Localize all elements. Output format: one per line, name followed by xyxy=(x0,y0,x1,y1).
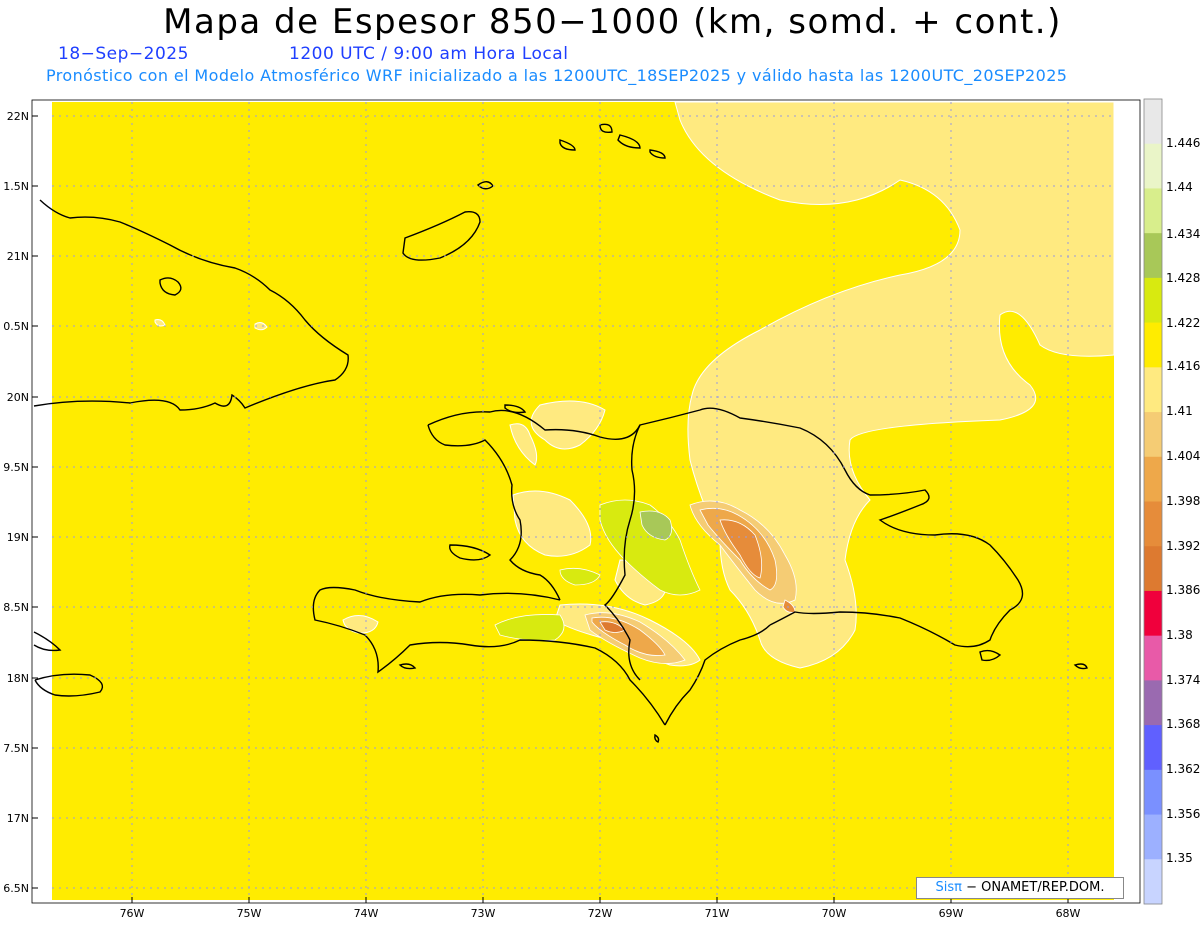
colorbar-label: 1.422 xyxy=(1166,316,1200,330)
colorbar-label: 1.416 xyxy=(1166,359,1200,373)
colorbar-label: 1.44 xyxy=(1166,180,1193,194)
colorbar-swatch xyxy=(1144,143,1162,189)
colorbar-label: 1.428 xyxy=(1166,271,1200,285)
colorbar-label: 1.374 xyxy=(1166,673,1200,687)
colorbar-label: 1.446 xyxy=(1166,136,1200,150)
colorbar-label: 1.386 xyxy=(1166,583,1200,597)
latitude-labels: 22N 1.5N 21N 0.5N 20N 9.5N 19N 8.5N 18N … xyxy=(3,110,29,895)
colorbar-label: 1.398 xyxy=(1166,494,1200,508)
lat-label: 21N xyxy=(7,250,29,263)
lon-label: 76W xyxy=(120,907,145,920)
colorbar-labels: 1.446 1.44 1.434 1.428 1.422 1.416 1.41 … xyxy=(1166,136,1200,865)
lat-label: 6.5N xyxy=(3,882,29,895)
lat-label: 19N xyxy=(7,531,29,544)
colorbar-swatch xyxy=(1144,277,1162,324)
lat-label: 17N xyxy=(7,812,29,825)
colorbar-swatch xyxy=(1144,859,1162,905)
credit-box: Sisπ − ONAMET/REP.DOM. xyxy=(916,877,1124,899)
colorbar-swatch xyxy=(1144,367,1162,413)
lat-label: 0.5N xyxy=(3,320,29,333)
colorbar-swatch xyxy=(1144,412,1162,458)
lon-label: 68W xyxy=(1056,907,1081,920)
colorbar-label: 1.434 xyxy=(1166,227,1200,241)
colorbar-swatch xyxy=(1144,233,1162,279)
lat-label: 8.5N xyxy=(3,601,29,614)
lon-label: 69W xyxy=(939,907,964,920)
colorbar-swatch xyxy=(1144,725,1162,771)
colorbar-swatch xyxy=(1144,322,1162,368)
colorbar-swatches xyxy=(1144,99,1162,905)
colorbar-swatch xyxy=(1144,456,1162,502)
lon-label: 75W xyxy=(237,907,262,920)
colorbar-swatch xyxy=(1144,501,1162,547)
colorbar-swatch xyxy=(1144,769,1162,816)
colorbar-label: 1.356 xyxy=(1166,807,1200,821)
colorbar-swatch xyxy=(1144,99,1162,145)
colorbar-swatch xyxy=(1144,635,1162,681)
longitude-labels: 76W 75W 74W 73W 72W 71W 70W 69W 68W xyxy=(120,907,1081,920)
credit-brand: Sis xyxy=(935,880,955,895)
thickness-field-base xyxy=(52,102,1114,900)
pi-icon: π xyxy=(954,880,962,895)
colorbar-legend: 1.446 1.44 1.434 1.428 1.422 1.416 1.41 … xyxy=(1143,98,1200,905)
lon-label: 70W xyxy=(822,907,847,920)
colorbar-label: 1.368 xyxy=(1166,717,1200,731)
colorbar-swatch xyxy=(1144,680,1162,726)
lon-label: 74W xyxy=(354,907,379,920)
colorbar-swatch xyxy=(1144,188,1162,234)
lat-label: 22N xyxy=(7,110,29,123)
lon-label: 71W xyxy=(705,907,730,920)
colorbar-label: 1.35 xyxy=(1166,851,1193,865)
lat-label: 18N xyxy=(7,672,29,685)
credit-text: − ONAMET/REP.DOM. xyxy=(961,880,1105,895)
lat-label: 7.5N xyxy=(3,742,29,755)
lat-label: 1.5N xyxy=(3,180,29,193)
colorbar-label: 1.362 xyxy=(1166,762,1200,776)
colorbar-label: 1.392 xyxy=(1166,539,1200,553)
colorbar-label: 1.41 xyxy=(1166,404,1193,418)
lon-label: 73W xyxy=(471,907,496,920)
colorbar-swatch xyxy=(1144,814,1162,860)
lat-label: 20N xyxy=(7,391,29,404)
colorbar-label: 1.38 xyxy=(1166,628,1193,642)
lat-label: 9.5N xyxy=(3,461,29,474)
lon-label: 72W xyxy=(588,907,613,920)
colorbar-label: 1.404 xyxy=(1166,449,1200,463)
thickness-map: 22N 1.5N 21N 0.5N 20N 9.5N 19N 8.5N 18N … xyxy=(3,98,1200,920)
colorbar-swatch xyxy=(1144,590,1162,637)
colorbar-swatch xyxy=(1144,546,1162,592)
